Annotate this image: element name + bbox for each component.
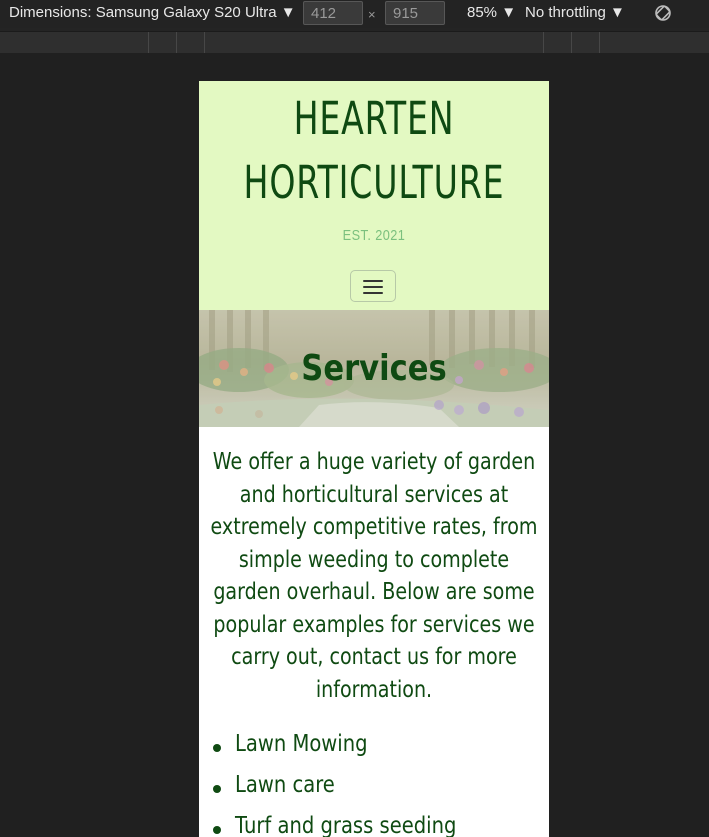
viewport-width-input[interactable]: 412 <box>303 1 363 25</box>
hamburger-icon <box>363 280 383 282</box>
hero-banner: Services <box>199 310 549 427</box>
dimension-separator: × <box>368 7 376 22</box>
mobile-page: HEARTEN HORTICULTURE EST. 2021 Services … <box>199 81 549 837</box>
established-label: EST. 2021 <box>342 227 406 244</box>
hamburger-menu-button[interactable] <box>350 270 396 302</box>
site-header: HEARTEN HORTICULTURE EST. 2021 <box>199 81 549 310</box>
list-item: Turf and grass seeding <box>199 809 549 837</box>
device-toolbar: Dimensions: Samsung Galaxy S20 Ultra ▼ 4… <box>0 0 709 28</box>
services-list: Lawn Mowing Lawn care Turf and grass seedi… <box>199 727 549 837</box>
rotate-icon[interactable] <box>654 4 672 22</box>
device-dimensions-select[interactable]: Dimensions: Samsung Galaxy S20 Ultra ▼ <box>9 4 296 21</box>
page-title: Services <box>301 348 447 389</box>
service-label: Lawn care <box>235 772 335 798</box>
services-intro: We offer a huge variety of garden and ho… <box>210 449 538 703</box>
list-item: Lawn Mowing <box>199 727 549 768</box>
bullet-icon <box>213 826 221 834</box>
service-label: Turf and grass seeding <box>235 813 457 837</box>
throttling-select[interactable]: No throttling ▼ <box>525 4 625 21</box>
viewport-height-input[interactable]: 915 <box>385 1 445 25</box>
brand-line-1: HEARTEN <box>293 92 455 145</box>
bullet-icon <box>213 744 221 752</box>
list-item: Lawn care <box>199 768 549 809</box>
site-brand[interactable]: HEARTEN HORTICULTURE <box>231 87 518 215</box>
media-query-ruler[interactable] <box>0 31 709 54</box>
service-label: Lawn Mowing <box>235 731 368 757</box>
bullet-icon <box>213 785 221 793</box>
brand-line-2: HORTICULTURE <box>243 156 505 209</box>
zoom-select[interactable]: 85% ▼ <box>467 4 516 21</box>
services-content: We offer a huge variety of garden and ho… <box>199 427 549 837</box>
